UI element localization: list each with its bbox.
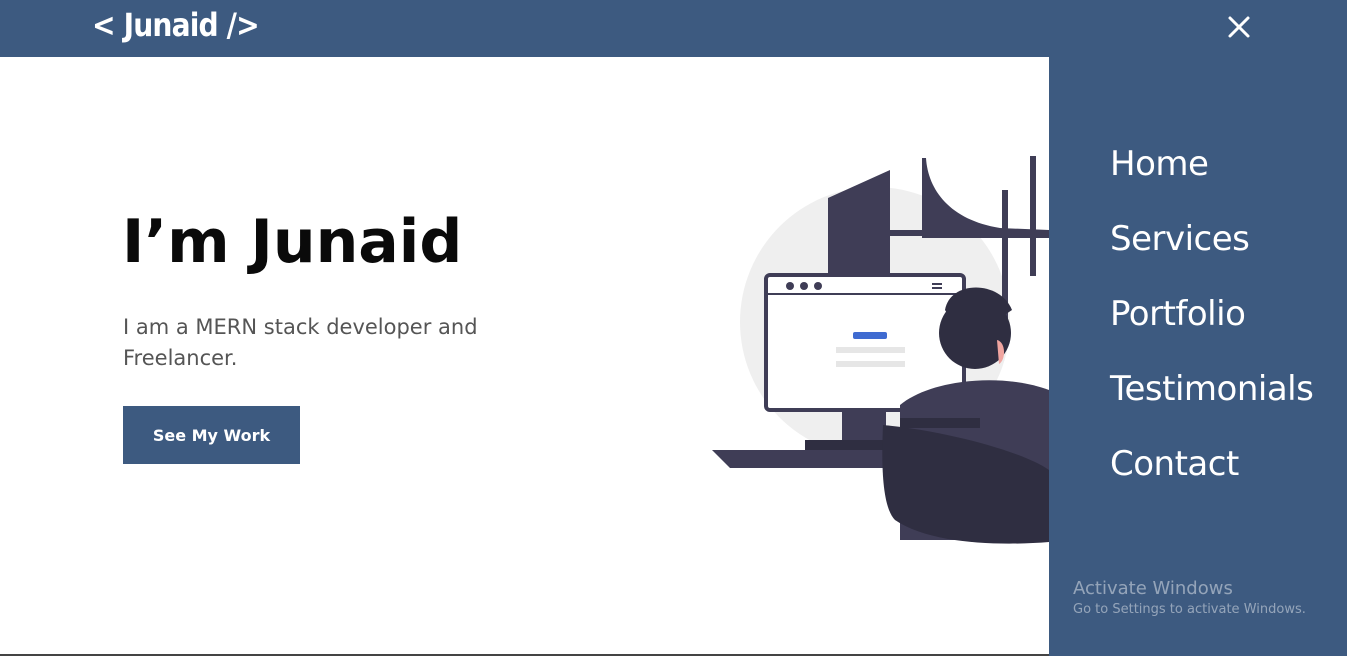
side-menu: Home Services Portfolio Testimonials Con… <box>1049 57 1347 656</box>
menu-item-services[interactable]: Services <box>1110 219 1250 259</box>
close-icon <box>1228 16 1250 38</box>
hero-title: I’m Junaid <box>122 207 463 277</box>
developer-illustration <box>712 156 1049 544</box>
close-menu-button[interactable] <box>1222 10 1256 44</box>
menu-item-testimonials[interactable]: Testimonials <box>1110 369 1314 409</box>
hero-subtitle: I am a MERN stack developer and Freelanc… <box>123 315 478 370</box>
menu-item-portfolio[interactable]: Portfolio <box>1110 294 1246 334</box>
activate-windows-watermark: Activate Windows Go to Settings to activ… <box>1073 578 1306 620</box>
menu-item-contact[interactable]: Contact <box>1110 444 1239 484</box>
watermark-title: Activate Windows <box>1073 578 1233 599</box>
menu-item-home[interactable]: Home <box>1110 144 1209 184</box>
top-navbar: < Junaid /> <box>0 0 1347 57</box>
brand-logo[interactable]: < Junaid /> <box>92 6 260 44</box>
see-my-work-button[interactable]: See My Work <box>123 406 300 464</box>
watermark-subtitle: Go to Settings to activate Windows. <box>1073 602 1306 617</box>
